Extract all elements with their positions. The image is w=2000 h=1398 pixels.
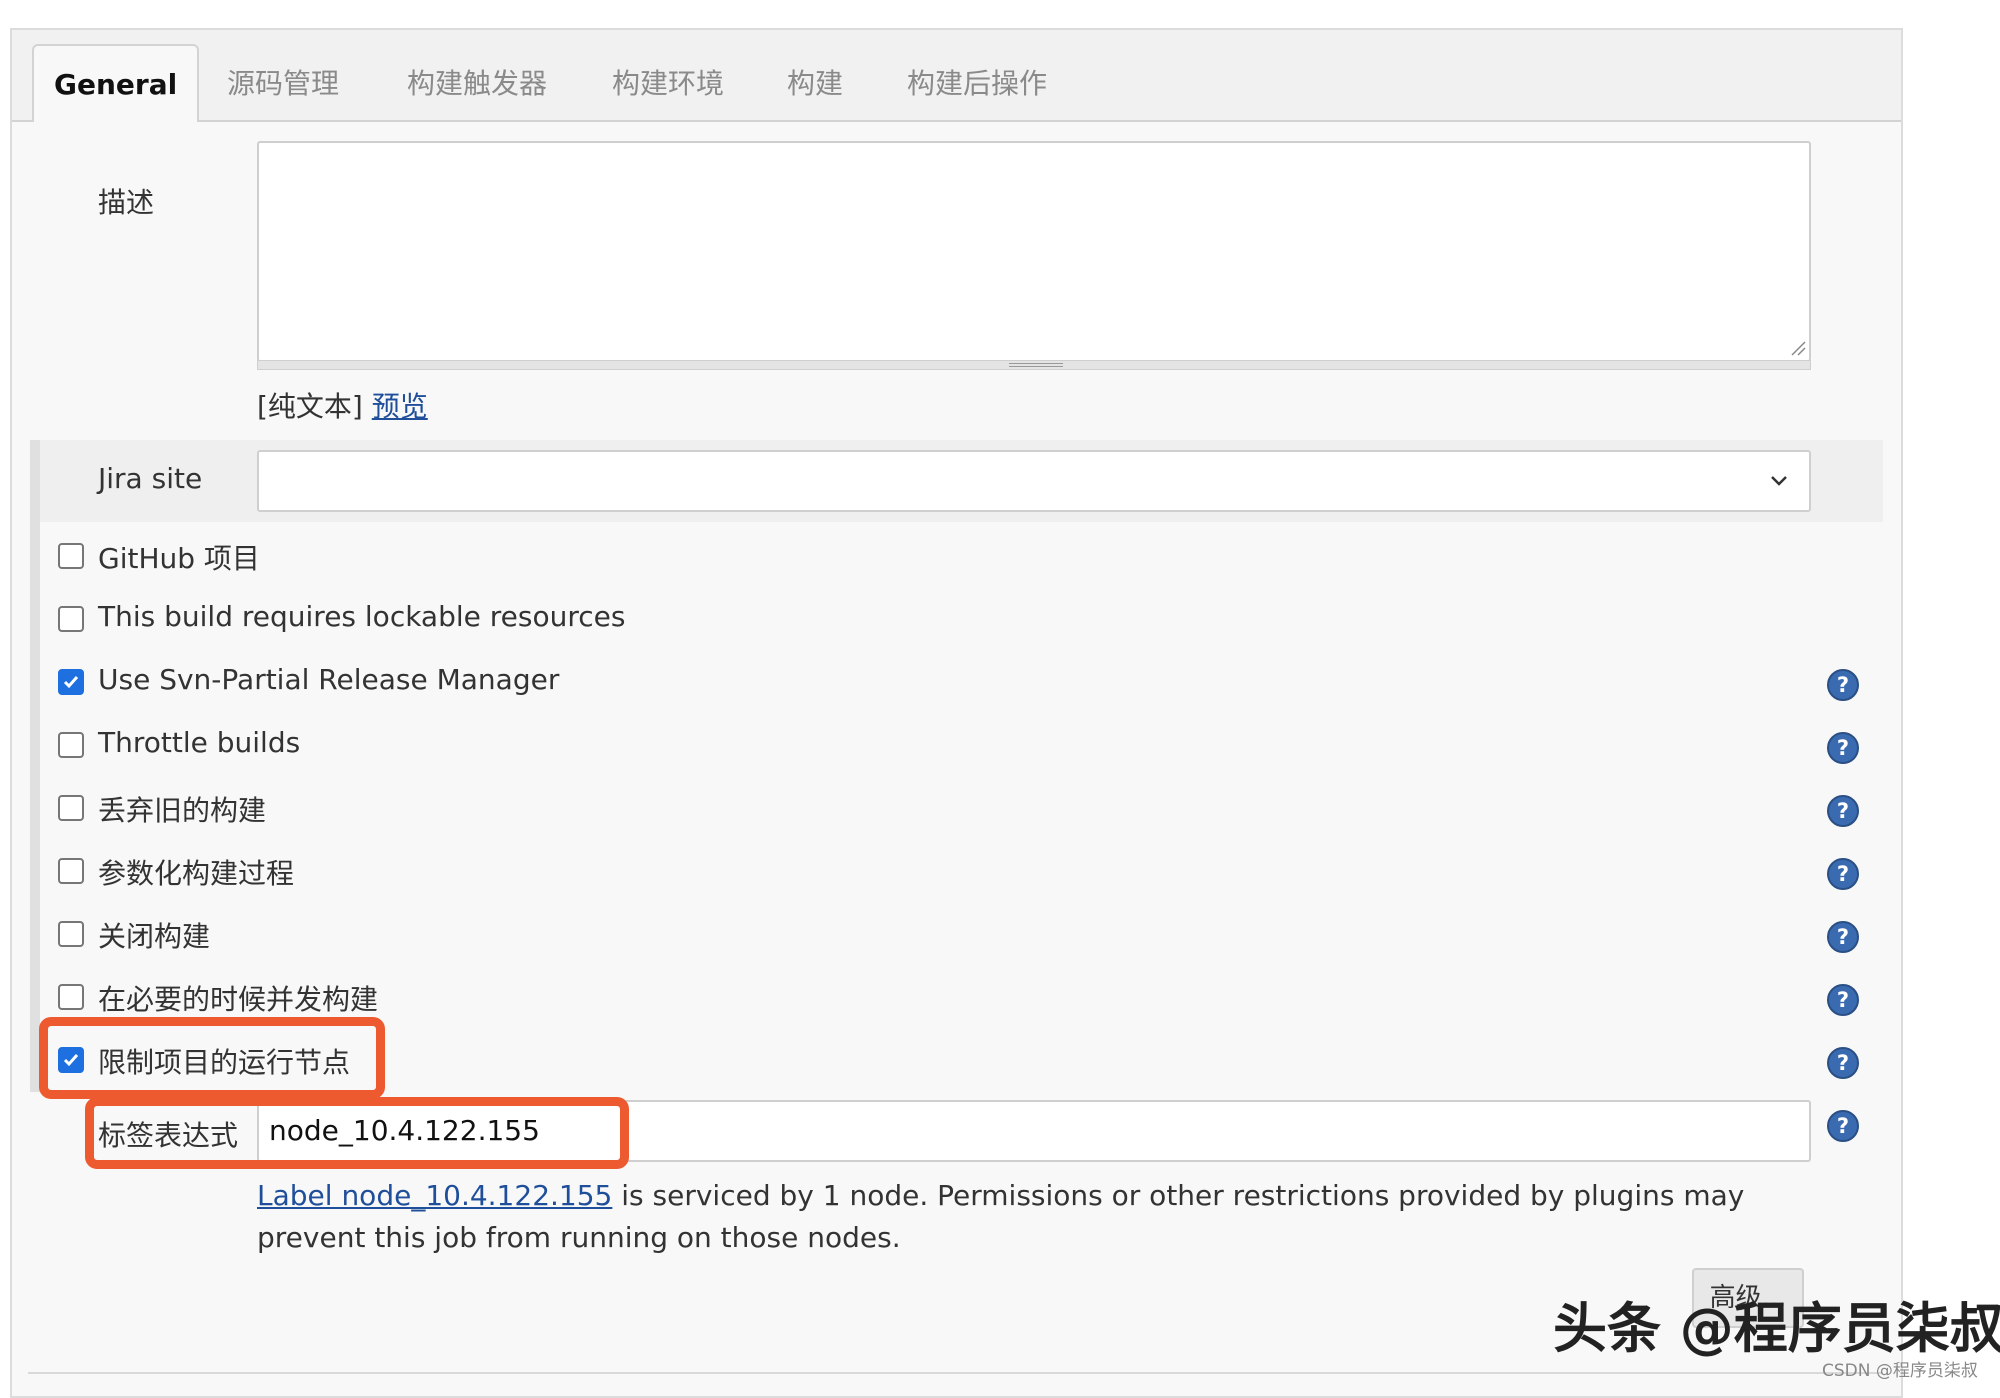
preview-link[interactable]: 预览: [372, 390, 428, 423]
help-icon[interactable]: ?: [1826, 668, 1860, 702]
checkmark-icon: [63, 676, 79, 689]
tab-scm[interactable]: 源码管理: [227, 62, 339, 102]
help-icon[interactable]: ?: [1826, 794, 1860, 828]
help-icon[interactable]: ?: [1826, 983, 1860, 1017]
svg-text:?: ?: [1837, 1114, 1849, 1138]
help-icon[interactable]: ?: [1826, 857, 1860, 891]
svg-text:?: ?: [1837, 862, 1849, 886]
parameterized-label: 参数化构建过程: [98, 857, 295, 890]
tab-build-env[interactable]: 构建环境: [612, 62, 724, 102]
tab-general[interactable]: General: [32, 44, 200, 122]
help-icon[interactable]: ?: [1826, 731, 1860, 765]
tab-build-triggers[interactable]: 构建触发器: [407, 62, 547, 102]
github-project-label: GitHub 项目: [98, 542, 260, 575]
description-textarea[interactable]: [257, 141, 1811, 362]
label-node-link[interactable]: Label node_10.4.122.155: [257, 1179, 612, 1212]
tab-post-build[interactable]: 构建后操作: [907, 62, 1047, 102]
help-icon[interactable]: ?: [1826, 920, 1860, 954]
help-icon[interactable]: ?: [1826, 1109, 1860, 1143]
svg-text:?: ?: [1837, 988, 1849, 1012]
concurrent-checkbox[interactable]: [58, 984, 84, 1010]
format-row: [纯文本] 预览: [257, 385, 428, 425]
discard-old-label: 丢弃旧的构建: [98, 794, 267, 827]
throttle-builds-label: Throttle builds: [98, 726, 301, 759]
jira-site-label: Jira site: [98, 462, 203, 495]
lockable-resources-label: This build requires lockable resources: [98, 600, 626, 633]
disable-build-label: 关闭构建: [98, 920, 211, 953]
svn-partial-label: Use Svn-Partial Release Manager: [98, 663, 560, 696]
watermark: 头条 @程序员柒叔: [1553, 1297, 2000, 1360]
parameterized-checkbox[interactable]: [58, 858, 84, 884]
jira-site-select[interactable]: [257, 450, 1811, 512]
format-label: [纯文本]: [257, 390, 363, 423]
svg-text:?: ?: [1837, 925, 1849, 949]
throttle-builds-checkbox[interactable]: [58, 732, 84, 758]
help-icon[interactable]: ?: [1826, 1046, 1860, 1080]
tab-bar: General 源码管理 构建触发器 构建环境 构建 构建后操作: [12, 30, 1901, 122]
section-indent-bar: [30, 440, 40, 1092]
resize-handle-icon[interactable]: [1790, 340, 1806, 356]
svg-text:?: ?: [1837, 673, 1849, 697]
disable-build-checkbox[interactable]: [58, 921, 84, 947]
svg-text:?: ?: [1837, 1051, 1849, 1075]
highlight-label-expression: [85, 1097, 629, 1169]
section-divider: [28, 1372, 1883, 1374]
discard-old-checkbox[interactable]: [58, 795, 84, 821]
lockable-resources-checkbox[interactable]: [58, 606, 84, 632]
svg-text:?: ?: [1837, 736, 1849, 760]
highlight-restrict-node: [39, 1017, 385, 1099]
svn-partial-checkbox[interactable]: [58, 669, 84, 695]
textarea-resize-bar[interactable]: [257, 360, 1811, 370]
chevron-down-icon: [1771, 476, 1787, 486]
concurrent-label: 在必要的时候并发构建: [98, 983, 379, 1016]
grip-icon: [1009, 363, 1063, 367]
github-project-checkbox[interactable]: [58, 543, 84, 569]
svg-text:?: ?: [1837, 799, 1849, 823]
label-info-text: Label node_10.4.122.155 is serviced by 1…: [257, 1175, 1817, 1259]
description-label: 描述: [98, 186, 155, 219]
tab-build[interactable]: 构建: [787, 62, 843, 102]
watermark-small: CSDN @程序员柒叔: [1822, 1361, 1978, 1381]
